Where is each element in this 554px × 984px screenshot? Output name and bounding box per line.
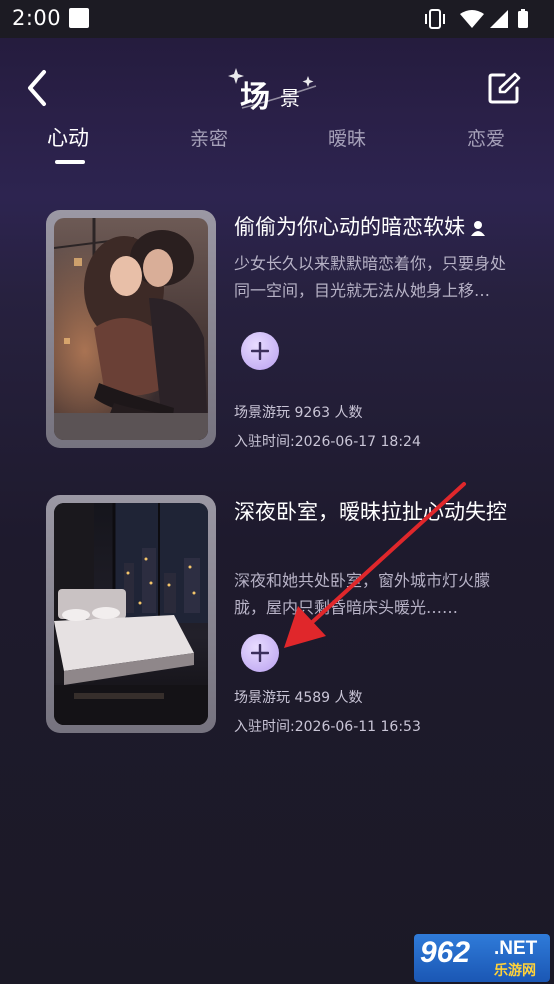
back-button[interactable] bbox=[20, 66, 54, 110]
tab-xindong[interactable]: 心动 bbox=[47, 122, 89, 162]
status-time: 2:00 bbox=[12, 6, 62, 30]
joined-time: 入驻时间:2026-06-11 16:53 bbox=[234, 719, 421, 735]
signal-icon bbox=[490, 10, 508, 28]
play-count: 场景游玩 9263 人数 bbox=[234, 405, 363, 421]
scene-description: 深夜和她共处卧室，窗外城市灯火朦胧，屋内只剩昏暗床头暖光…… bbox=[234, 571, 491, 617]
tab-indicator bbox=[55, 160, 85, 164]
plus-icon bbox=[251, 342, 269, 360]
status-bar: 2:00 bbox=[0, 0, 554, 38]
scene-title-text: 偷偷为你心动的暗恋软妹 bbox=[234, 215, 465, 239]
scene-card[interactable]: 偷偷为你心动的暗恋软妹 少女长久以来默默暗恋着你，只要身处同一空间，目光就无法从… bbox=[0, 210, 554, 450]
notification-icon bbox=[69, 8, 89, 28]
status-icons bbox=[425, 9, 528, 29]
scene-thumbnail[interactable] bbox=[46, 210, 216, 448]
sparkle-icon bbox=[302, 76, 314, 87]
vibrate-icon bbox=[425, 9, 445, 29]
wifi-icon bbox=[460, 10, 484, 28]
title-sub: 景 bbox=[280, 86, 300, 110]
add-scene-button[interactable] bbox=[241, 634, 279, 672]
battery-icon bbox=[518, 9, 528, 28]
scene-title: 深夜卧室，暧昧拉扯心动失控 bbox=[234, 500, 507, 524]
edit-square-icon bbox=[488, 72, 521, 104]
play-count: 场景游玩 4589 人数 bbox=[234, 690, 363, 706]
page-title-logo: 场 景 bbox=[224, 64, 330, 115]
watermark-number: 962 bbox=[420, 936, 471, 969]
edit-button[interactable] bbox=[486, 70, 522, 106]
title-main: 场 bbox=[240, 80, 270, 115]
watermark-logo: 962 .NET 乐游网 bbox=[414, 934, 550, 982]
user-icon bbox=[471, 221, 485, 236]
watermark-suffix: .NET bbox=[494, 938, 538, 959]
tab-lianai[interactable]: 恋爱 bbox=[467, 124, 505, 164]
scene-image-bedroom bbox=[54, 503, 208, 725]
chevron-left-icon bbox=[28, 70, 46, 106]
scene-description: 少女长久以来默默暗恋着你，只要身处同一空间，目光就无法从她身上移开…… bbox=[234, 254, 507, 300]
plus-icon bbox=[251, 644, 269, 662]
watermark-sub: 乐游网 bbox=[494, 963, 536, 979]
add-scene-button[interactable] bbox=[241, 332, 279, 370]
scene-title: 偷偷为你心动的暗恋软妹 bbox=[234, 210, 524, 244]
scene-card[interactable]: 深夜卧室，暧昧拉扯心动失控 深夜和她共处卧室，窗外城市灯火朦胧，屋内只剩昏暗床头… bbox=[0, 495, 554, 735]
scene-thumbnail[interactable] bbox=[46, 495, 216, 733]
tab-qinmi[interactable]: 亲密 bbox=[190, 124, 228, 164]
tab-aimei[interactable]: 暧昧 bbox=[328, 124, 366, 164]
scene-image-couple bbox=[54, 218, 208, 440]
joined-time: 入驻时间:2026-06-17 18:24 bbox=[234, 434, 421, 450]
